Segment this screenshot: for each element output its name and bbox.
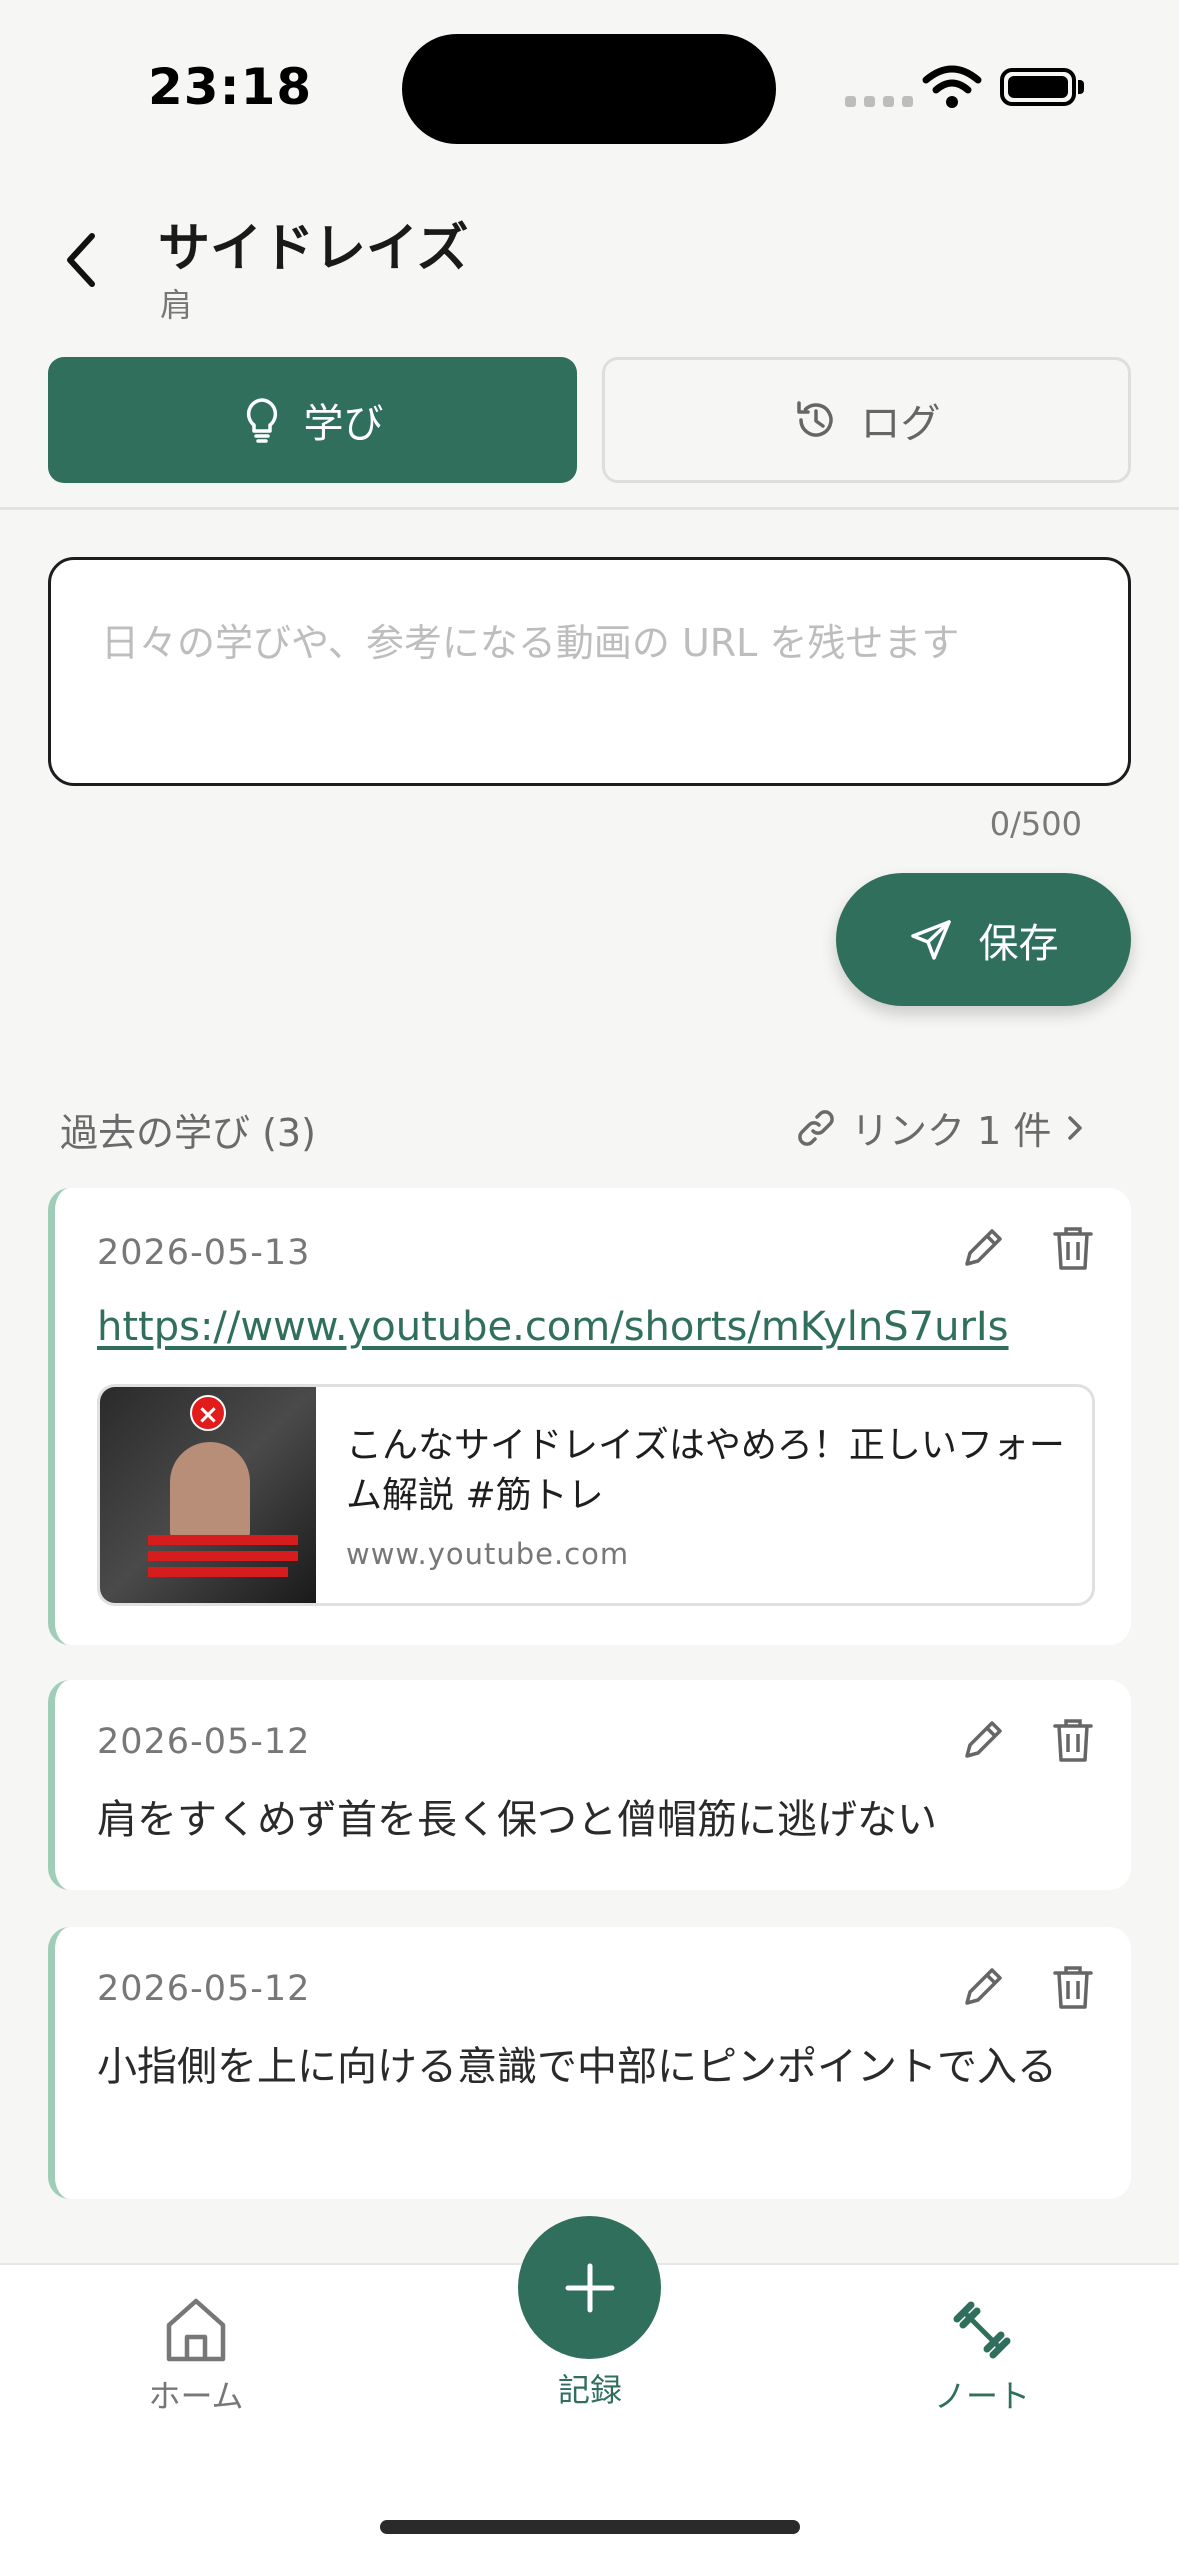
header-divider (0, 507, 1179, 510)
lightbulb-icon (246, 398, 277, 443)
entry-url-link[interactable]: https://www.youtube.com/shorts/mKylnS7ur… (97, 1304, 1009, 1350)
send-icon (910, 919, 951, 960)
nav-note[interactable]: ノート (872, 2295, 1092, 2417)
link-count-label: リンク 1 件 (851, 1109, 1052, 1153)
plus-icon (565, 2263, 614, 2312)
page-title: サイドレイズ (158, 219, 469, 279)
close-icon: × (190, 1395, 226, 1431)
tab-learn-label: 学び (303, 401, 384, 447)
trash-icon[interactable] (1051, 1224, 1095, 1272)
nav-home[interactable]: ホーム (86, 2295, 306, 2417)
link-filter-button[interactable]: リンク 1 件 (795, 1100, 1085, 1155)
chevron-right-icon (1068, 1115, 1083, 1140)
tab-log[interactable]: ログ (602, 357, 1131, 483)
home-icon (166, 2298, 226, 2362)
learning-card: 2026-05-13 https://www.youtube.com/short… (48, 1188, 1131, 1645)
nav-record-label[interactable]: 記録 (520, 2365, 660, 2411)
save-button-label: 保存 (978, 920, 1059, 967)
page-subtitle: 肩 (160, 286, 193, 324)
preview-title: こんなサイドレイズはやめろ！正しいフォーム解説 #筋トレ (346, 1425, 1065, 1517)
past-learnings-title: 過去の学び (3) (60, 1111, 316, 1155)
link-icon (798, 1109, 834, 1146)
history-icon (796, 401, 833, 437)
add-record-button[interactable] (518, 2216, 661, 2359)
cellular-signal-icon (845, 96, 913, 107)
wifi-icon (922, 64, 982, 114)
char-counter: 0/500 (989, 805, 1082, 843)
chevron-left-icon (67, 233, 95, 287)
preview-domain: www.youtube.com (346, 1537, 630, 1571)
entry-date: 2026-05-12 (97, 1722, 311, 1762)
nav-note-label: ノート (933, 2377, 1030, 2415)
video-thumbnail: × (100, 1387, 316, 1603)
tab-learn[interactable]: 学び (48, 357, 577, 483)
memo-input-box[interactable] (48, 557, 1131, 786)
memo-input[interactable] (101, 612, 1078, 731)
entry-text: 小指側を上に向ける意識で中部にピンポイントで入る (97, 2044, 1057, 2090)
tab-log-label: ログ (860, 401, 941, 447)
dumbbell-icon (953, 2301, 1011, 2359)
link-preview-card[interactable]: × こんなサイドレイズはやめろ！正しいフォーム解説 #筋トレ www.youtu… (97, 1384, 1095, 1606)
entry-date: 2026-05-13 (97, 1233, 311, 1273)
edit-icon[interactable] (959, 1963, 1007, 2011)
edit-icon[interactable] (959, 1224, 1007, 1272)
trash-icon[interactable] (1051, 1716, 1095, 1764)
nav-home-label: ホーム (148, 2377, 244, 2415)
edit-icon[interactable] (959, 1716, 1007, 1764)
trash-icon[interactable] (1051, 1963, 1095, 2011)
learning-card: 2026-05-12 肩をすくめず首を長く保つと僧帽筋に逃げない (48, 1680, 1131, 1890)
learning-card: 2026-05-12 小指側を上に向ける意識で中部にピンポイントで入る (48, 1927, 1131, 2199)
dynamic-island (402, 34, 776, 144)
back-button[interactable] (62, 230, 102, 294)
status-time: 23:18 (148, 58, 313, 116)
home-indicator (380, 2520, 800, 2534)
save-button[interactable]: 保存 (836, 873, 1131, 1006)
battery-tip (1078, 80, 1084, 94)
entry-date: 2026-05-12 (97, 1969, 311, 2009)
battery-icon (1000, 68, 1076, 106)
entry-text: 肩をすくめず首を長く保つと僧帽筋に逃げない (97, 1797, 937, 1843)
